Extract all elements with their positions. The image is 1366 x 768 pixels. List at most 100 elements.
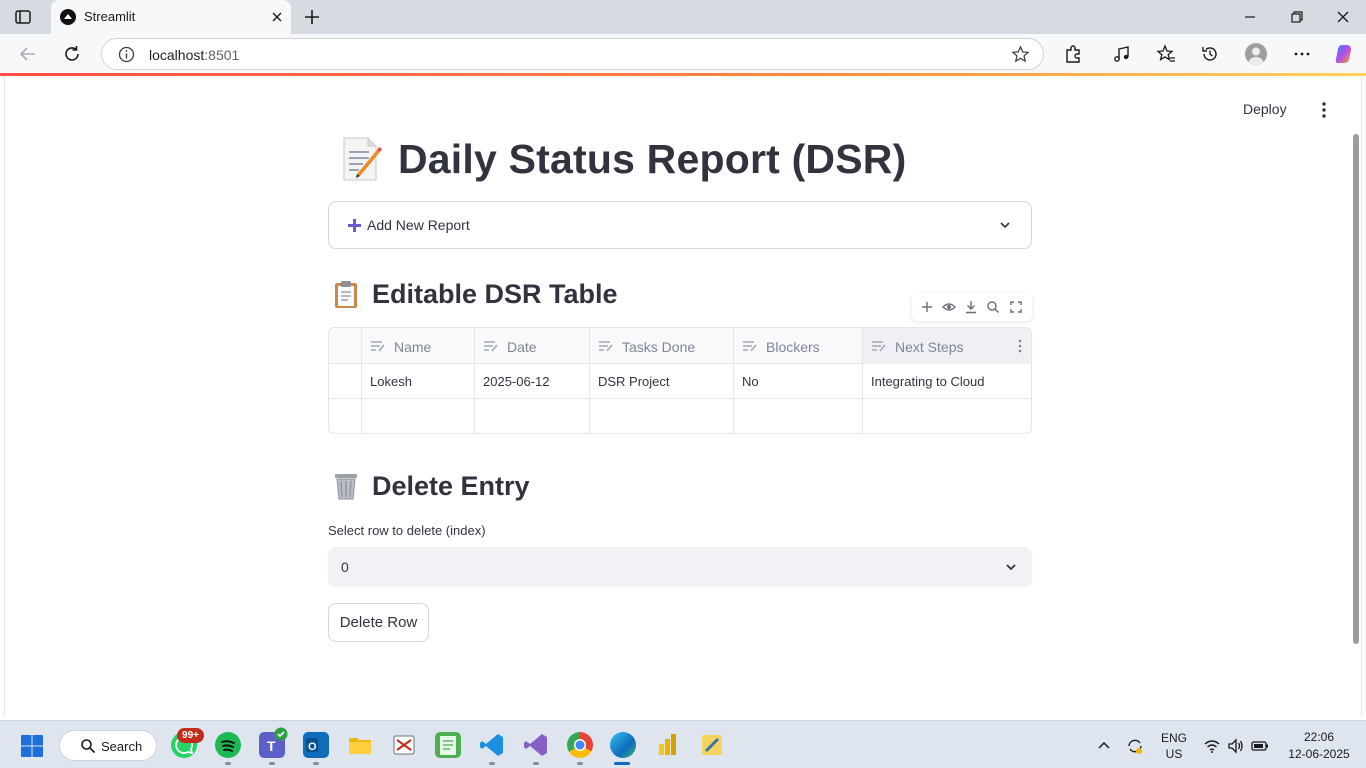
running-indicator bbox=[225, 762, 231, 765]
volume-icon[interactable] bbox=[1227, 737, 1245, 755]
extensions-icon[interactable] bbox=[1063, 44, 1083, 64]
table-cell[interactable]: No bbox=[734, 364, 863, 399]
table-cell[interactable] bbox=[863, 399, 1031, 433]
dataframe-toolbar bbox=[912, 293, 1032, 321]
table-header-row: Name Date Tasks Done Blockers Next Steps bbox=[329, 328, 1031, 364]
more-options-icon[interactable] bbox=[1292, 44, 1312, 64]
minimize-icon[interactable] bbox=[1241, 8, 1259, 26]
column-header-date[interactable]: Date bbox=[475, 328, 590, 364]
delete-heading: Delete Entry bbox=[331, 468, 530, 504]
table-cell[interactable]: 2025-06-12 bbox=[475, 364, 590, 399]
table-row[interactable]: Lokesh 2025-06-12 DSR Project No Integra… bbox=[329, 364, 1031, 399]
windows-start-icon[interactable] bbox=[20, 734, 44, 758]
table-row-new[interactable] bbox=[329, 399, 1031, 433]
table-cell[interactable] bbox=[590, 399, 734, 433]
table-cell[interactable] bbox=[734, 399, 863, 433]
media-control-icon[interactable] bbox=[1112, 44, 1132, 64]
column-header-tasks-done[interactable]: Tasks Done bbox=[590, 328, 734, 364]
python-idle-icon[interactable] bbox=[699, 732, 725, 758]
chevron-down-icon bbox=[1006, 564, 1016, 571]
taskbar-search[interactable]: Search bbox=[59, 730, 157, 761]
add-report-expander[interactable]: Add New Report bbox=[328, 201, 1032, 249]
tab-actions-icon[interactable] bbox=[14, 8, 32, 26]
clock[interactable]: 22:06 12-06-2025 bbox=[1281, 730, 1357, 761]
restore-icon[interactable] bbox=[1288, 8, 1306, 26]
outlook-icon[interactable]: O bbox=[303, 732, 329, 758]
column-menu-icon[interactable] bbox=[1017, 338, 1023, 354]
wastebasket-icon bbox=[335, 474, 357, 500]
windows-taskbar: Search T O ENG US 22:06 12-06-2025 bbox=[0, 720, 1366, 768]
browser-toolbar: localhost:8501 bbox=[0, 34, 1366, 74]
main-menu-icon[interactable] bbox=[1314, 100, 1334, 120]
visual-studio-icon[interactable] bbox=[523, 732, 549, 758]
site-info-icon[interactable] bbox=[118, 46, 135, 63]
taskbar-search-label: Search bbox=[101, 739, 143, 754]
running-indicator bbox=[313, 762, 319, 765]
download-icon[interactable] bbox=[964, 300, 978, 314]
table-cell[interactable]: DSR Project bbox=[590, 364, 734, 399]
power-bi-icon[interactable] bbox=[655, 732, 681, 758]
wifi-icon[interactable] bbox=[1203, 737, 1221, 755]
add-row-icon[interactable] bbox=[920, 300, 934, 314]
table-cell[interactable]: Integrating to Cloud bbox=[863, 364, 1031, 399]
close-tab-icon[interactable] bbox=[269, 9, 285, 25]
running-indicator bbox=[269, 762, 275, 765]
memo-icon bbox=[343, 137, 382, 181]
edit-text-icon bbox=[484, 341, 498, 352]
vscode-icon[interactable] bbox=[479, 732, 505, 758]
delete-row-button[interactable]: Delete Row bbox=[328, 603, 429, 642]
spotify-icon[interactable] bbox=[215, 732, 241, 758]
edit-text-icon bbox=[599, 341, 613, 352]
deploy-button[interactable]: Deploy bbox=[1243, 101, 1287, 117]
fullscreen-icon[interactable] bbox=[1009, 300, 1023, 314]
clock-date: 12-06-2025 bbox=[1288, 747, 1350, 761]
url-text: localhost:8501 bbox=[149, 47, 240, 63]
running-indicator bbox=[533, 762, 539, 765]
streamlit-favicon-icon bbox=[60, 9, 76, 25]
address-bar[interactable]: localhost:8501 bbox=[101, 38, 1044, 70]
keyboard-region: US bbox=[1165, 747, 1183, 761]
profile-avatar-icon[interactable] bbox=[1245, 43, 1267, 65]
browser-tab-active[interactable]: Streamlit bbox=[51, 0, 291, 34]
svg-text:O: O bbox=[308, 741, 317, 753]
eye-icon[interactable] bbox=[942, 300, 956, 314]
back-arrow-icon[interactable] bbox=[17, 43, 39, 65]
battery-icon[interactable] bbox=[1251, 737, 1269, 755]
favorite-star-icon[interactable] bbox=[1011, 45, 1030, 64]
chevron-down-icon bbox=[1000, 222, 1010, 229]
column-header-blockers[interactable]: Blockers bbox=[734, 328, 863, 364]
plus-icon bbox=[348, 219, 361, 232]
refresh-icon[interactable] bbox=[61, 43, 83, 65]
history-icon[interactable] bbox=[1200, 44, 1220, 64]
page-scrollbar[interactable] bbox=[1353, 134, 1359, 644]
search-icon[interactable] bbox=[986, 300, 1000, 314]
new-tab-icon[interactable] bbox=[302, 7, 322, 27]
edit-text-icon bbox=[872, 341, 886, 352]
table-cell[interactable] bbox=[362, 399, 475, 433]
table-cell[interactable]: Lokesh bbox=[362, 364, 475, 399]
clipboard-icon bbox=[335, 281, 357, 308]
select-value: 0 bbox=[341, 559, 349, 575]
edge-icon[interactable] bbox=[610, 732, 636, 758]
favorites-icon[interactable] bbox=[1156, 44, 1176, 64]
language-indicator[interactable]: ENG US bbox=[1157, 731, 1191, 761]
row-index-cell[interactable] bbox=[329, 399, 362, 433]
browser-tab-strip: Streamlit bbox=[0, 0, 1366, 34]
notepad-icon[interactable] bbox=[435, 732, 461, 758]
chevron-up-icon[interactable] bbox=[1095, 737, 1113, 755]
table-cell[interactable] bbox=[475, 399, 590, 433]
column-header-name[interactable]: Name bbox=[362, 328, 475, 364]
row-index-cell[interactable] bbox=[329, 364, 362, 399]
file-explorer-icon[interactable] bbox=[347, 732, 373, 758]
window-close-icon[interactable] bbox=[1334, 8, 1352, 26]
copilot-icon[interactable] bbox=[1332, 42, 1356, 66]
sync-icon[interactable] bbox=[1126, 737, 1144, 755]
expander-label: Add New Report bbox=[367, 217, 470, 233]
page-title-text: Daily Status Report (DSR) bbox=[398, 135, 907, 182]
row-index-select[interactable]: 0 bbox=[328, 547, 1032, 587]
chrome-icon[interactable] bbox=[567, 732, 593, 758]
dsr-data-editor[interactable]: Name Date Tasks Done Blockers Next Steps… bbox=[328, 327, 1032, 434]
snipping-tool-icon[interactable] bbox=[391, 732, 417, 758]
column-header-next-steps[interactable]: Next Steps bbox=[863, 328, 1031, 364]
teams-status-check-icon bbox=[274, 727, 288, 741]
